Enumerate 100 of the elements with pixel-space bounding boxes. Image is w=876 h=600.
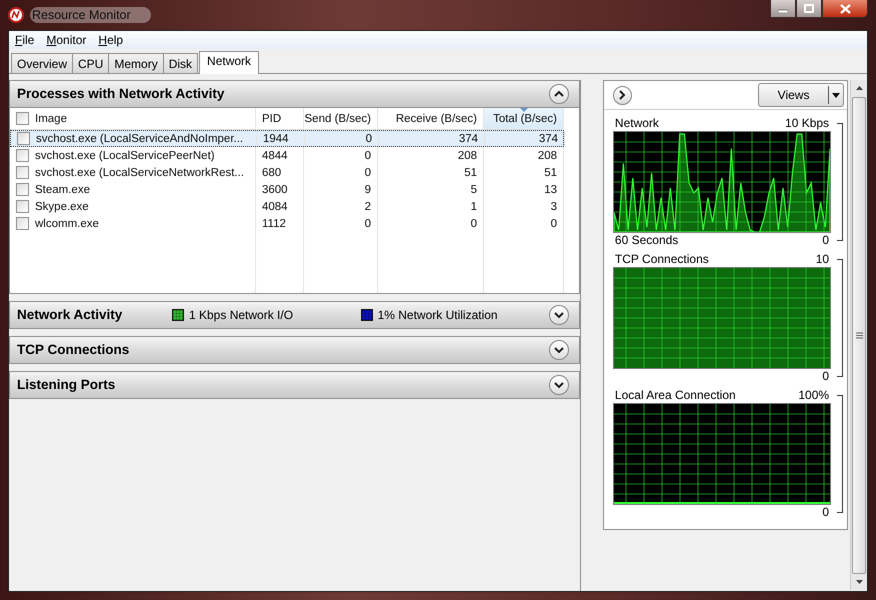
tab[interactable]: Disk: [162, 53, 198, 73]
table-cell: 0: [378, 215, 484, 232]
window-title: Resource Monitor: [30, 7, 151, 23]
table-row[interactable]: svchost.exe (LocalServicePeerNet) 4844 0 208 208: [10, 147, 564, 164]
scroll-up-icon[interactable]: [856, 86, 863, 90]
table-row[interactable]: svchost.exe (LocalServiceNetworkRest... 680 0 51 51: [10, 164, 564, 181]
section-header[interactable]: Processes with Network Activity: [9, 80, 580, 108]
menu-item[interactable]: File: [15, 33, 34, 47]
table-cell: 9: [304, 181, 378, 198]
checkbox[interactable]: [16, 166, 29, 179]
expand-button[interactable]: [549, 375, 569, 395]
graph-title: TCP Connections: [614, 252, 709, 267]
scale-max-label: 10: [816, 252, 830, 267]
section-title: Network Activity: [17, 306, 124, 324]
tab[interactable]: Memory: [108, 53, 164, 73]
expand-button[interactable]: [549, 340, 569, 360]
table-cell: 3: [484, 198, 564, 215]
menu-item[interactable]: Help: [98, 33, 124, 47]
graph-title: Local Area Connection: [614, 388, 736, 403]
column-header[interactable]: Receive (B/sec): [378, 108, 484, 130]
tab[interactable]: Network: [199, 51, 260, 74]
table-cell: 1112: [256, 215, 304, 232]
table-row[interactable]: wlcomm.exe 1112 0 0 0: [10, 215, 564, 232]
table-cell: 0: [304, 164, 378, 181]
table-cell: Skype.exe: [35, 200, 89, 212]
chevron-down-icon: [554, 346, 564, 354]
section-header[interactable]: Network Activity 1 Kbps Network I/O 1% Network Utilization: [9, 301, 580, 329]
legend-label: 1 Kbps Network I/O: [189, 308, 294, 322]
section-header[interactable]: TCP Connections: [9, 336, 580, 364]
table-cell: 3600: [256, 181, 304, 198]
collapse-button[interactable]: [549, 84, 569, 104]
table-cell: 374: [485, 131, 565, 146]
close-icon: [840, 4, 850, 14]
table-cell: Steam.exe: [35, 184, 90, 196]
table-row[interactable]: svchost.exe (LocalServiceAndNoImper... 1944 0 374 374: [10, 130, 564, 147]
table-cell: 13: [484, 181, 564, 198]
table-cell: 0: [304, 147, 378, 164]
minimize-button[interactable]: [770, 0, 796, 18]
chevron-right-icon: [618, 90, 626, 100]
table-cell: 0: [484, 215, 564, 232]
maximize-icon: [804, 4, 814, 13]
checkbox[interactable]: [16, 183, 29, 196]
checkbox[interactable]: [16, 217, 29, 230]
app-icon: [8, 7, 24, 23]
table-cell: 4844: [256, 147, 304, 164]
table-cell: svchost.exe (LocalServiceNetworkRest...: [35, 166, 244, 178]
graph-title: Network: [614, 116, 659, 131]
section-title: Processes with Network Activity: [17, 85, 224, 103]
scroll-down-icon[interactable]: [856, 580, 863, 584]
chevron-down-icon: [554, 381, 564, 389]
scale-max-label: 100%: [798, 388, 830, 403]
expand-panel-button[interactable]: [612, 86, 632, 104]
table-cell: 2: [304, 198, 378, 215]
scale-min-label: 0: [822, 233, 830, 248]
column-header[interactable]: Image: [10, 108, 256, 130]
table-row[interactable]: Steam.exe 3600 9 5 13: [10, 181, 564, 198]
table-row[interactable]: Skype.exe 4084 2 1 3: [10, 198, 564, 215]
table-cell: 374: [379, 131, 485, 146]
table-cell: 208: [484, 147, 564, 164]
chevron-up-icon: [554, 90, 564, 98]
tab[interactable]: Overview: [11, 53, 74, 73]
close-button[interactable]: [822, 0, 868, 18]
scroll-thumb[interactable]: [852, 96, 866, 574]
section-title: Listening Ports: [17, 376, 116, 394]
tab[interactable]: CPU: [72, 53, 110, 73]
time-span-label: 60 Seconds: [614, 233, 678, 248]
table-cell: 5: [378, 181, 484, 198]
views-button[interactable]: Views: [758, 83, 844, 107]
table-cell: svchost.exe (LocalServiceAndNoImper...: [36, 132, 244, 144]
grip-icon: [856, 332, 863, 338]
table-cell: 0: [304, 215, 378, 232]
table-cell: 4084: [256, 198, 304, 215]
column-header[interactable]: PID: [256, 108, 304, 130]
section-header[interactable]: Listening Ports: [9, 371, 580, 399]
legend-label: 1% Network Utilization: [378, 308, 498, 322]
table-cell: wlcomm.exe: [35, 218, 99, 230]
checkbox[interactable]: [17, 132, 30, 145]
scale-max-label: 10 Kbps: [785, 116, 830, 131]
sort-arrow-icon: [520, 108, 528, 113]
section-title: TCP Connections: [17, 341, 130, 359]
column-header[interactable]: Total (B/sec): [484, 108, 564, 130]
table-cell: svchost.exe (LocalServicePeerNet): [35, 150, 215, 162]
checkbox[interactable]: [16, 149, 29, 162]
column-header[interactable]: Send (B/sec): [304, 108, 378, 130]
checkbox[interactable]: [16, 112, 29, 125]
table-cell: 1944: [257, 131, 305, 146]
table-cell: 0: [305, 131, 379, 146]
chevron-down-icon: [554, 311, 564, 319]
scale-min-label: 0: [822, 369, 830, 384]
scale-min-label: 0: [822, 505, 830, 520]
scrollbar[interactable]: [850, 80, 867, 590]
table-cell: 680: [256, 164, 304, 181]
dropdown-arrow-icon: [832, 92, 840, 98]
menu-item[interactable]: Monitor: [46, 33, 86, 47]
table-cell: 51: [378, 164, 484, 181]
table-cell: 1: [378, 198, 484, 215]
checkbox[interactable]: [16, 200, 29, 213]
table-cell: 208: [378, 147, 484, 164]
expand-button[interactable]: [549, 305, 569, 325]
maximize-button[interactable]: [796, 0, 822, 18]
